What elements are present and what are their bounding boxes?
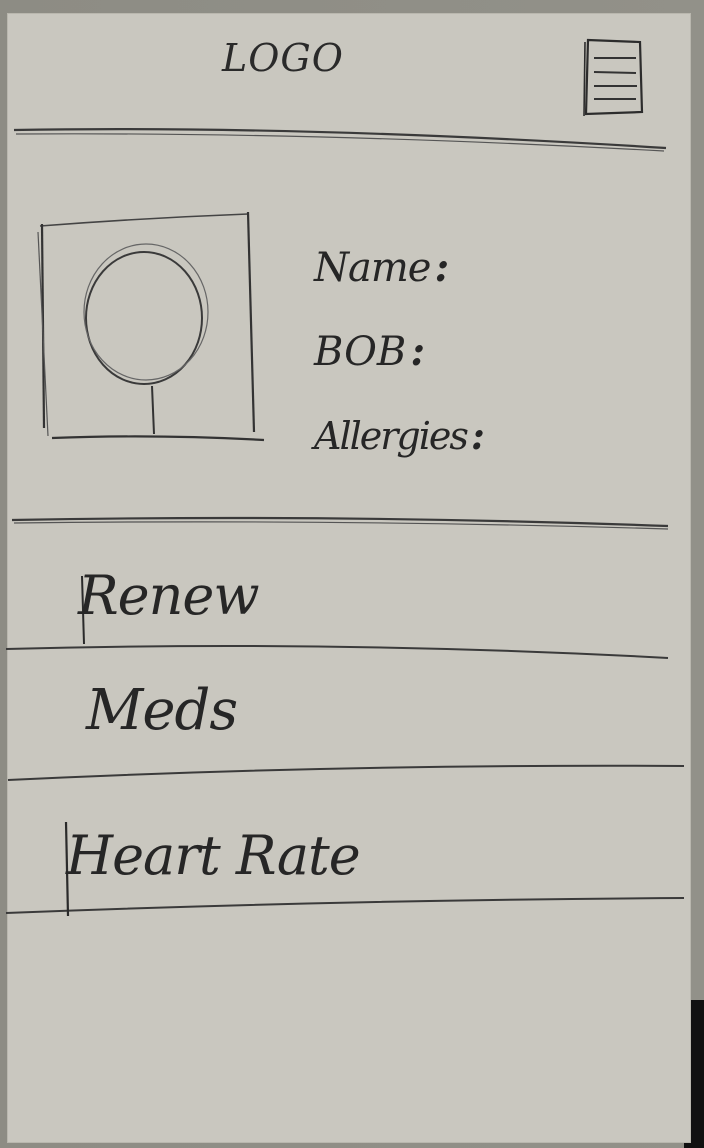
- photo-background: LOGO Name: BOB: Allergies: Renew Meds He…: [0, 0, 704, 1148]
- menu-item-renew[interactable]: Renew: [0, 550, 704, 650]
- hamburger-menu-icon: [583, 38, 644, 117]
- logo[interactable]: LOGO: [222, 36, 344, 80]
- profile-avatar[interactable]: [34, 206, 272, 446]
- profile-field-bob: BOB:: [314, 328, 426, 375]
- menu-item-label: Heart Rate: [66, 824, 361, 887]
- menu-item-meds[interactable]: Meds: [0, 660, 704, 770]
- menu-item-label: Meds: [86, 678, 238, 743]
- menu-item-label: Renew: [78, 564, 260, 627]
- profile-fields: Name: BOB: Allergies:: [314, 228, 485, 480]
- menu-button[interactable]: [582, 36, 646, 118]
- profile-field-name: Name:: [314, 244, 449, 291]
- user-avatar-placeholder-icon: [37, 211, 265, 442]
- profile-field-allergies: Allergies:: [314, 413, 485, 458]
- menu-item-heart-rate[interactable]: Heart Rate: [0, 810, 704, 910]
